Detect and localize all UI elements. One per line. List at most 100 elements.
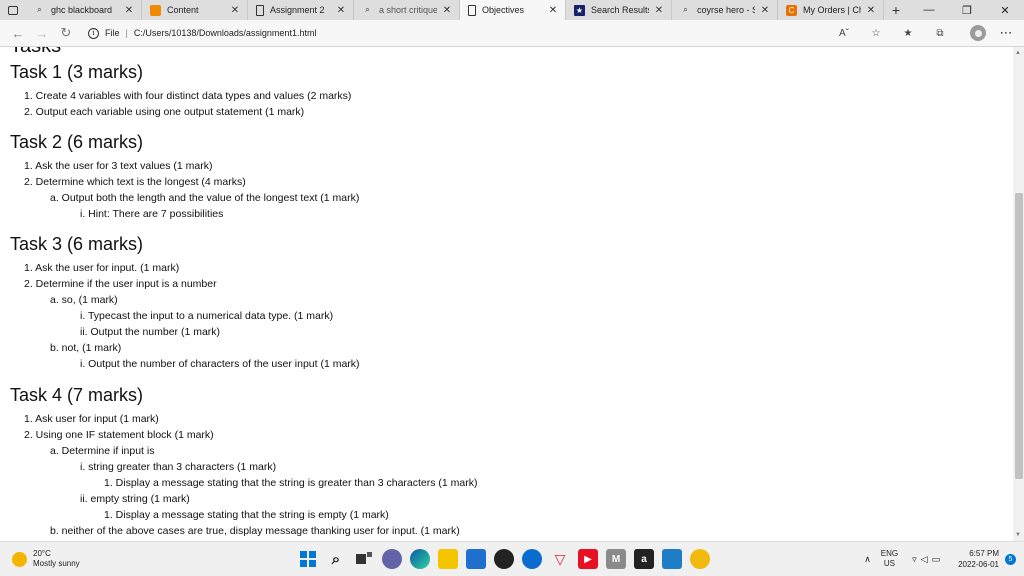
tab-actions-icon xyxy=(8,5,18,15)
tab-ghc-blackboard[interactable]: ⌕ ghc blackboard ✕ xyxy=(26,0,142,20)
arrow-left-icon: ← xyxy=(11,25,25,41)
close-icon[interactable]: ✕ xyxy=(547,5,559,16)
vertical-scrollbar[interactable]: ▲ ▼ xyxy=(1013,47,1024,541)
more-icon: ⋯ xyxy=(999,25,1013,40)
page-heading: Tasks xyxy=(10,47,61,58)
back-button[interactable]: ← xyxy=(6,21,30,45)
task-4-heading: Task 4 (7 marks) xyxy=(10,385,144,405)
edge-icon[interactable] xyxy=(410,549,430,569)
url-scheme-label: File xyxy=(105,28,120,38)
settings-menu-button[interactable]: ⋯ xyxy=(994,21,1018,45)
close-icon[interactable]: ✕ xyxy=(865,5,877,16)
favorite-add-icon[interactable]: ☆ xyxy=(860,28,892,39)
search-icon: ⌕ xyxy=(37,5,42,14)
mcafee-icon[interactable]: ▽ xyxy=(550,549,570,569)
toolbar-icons: Aˇ ☆ ★ ⧉ xyxy=(828,28,956,39)
vscode-icon[interactable] xyxy=(662,549,682,569)
chegg-icon: C xyxy=(786,4,797,16)
favorites-icon[interactable]: ★ xyxy=(892,28,924,39)
close-icon[interactable]: ✕ xyxy=(759,5,771,16)
search-icon[interactable]: ⌕ xyxy=(326,549,346,569)
tab-objectives[interactable]: Objectives ✕ xyxy=(460,0,566,20)
url-text: C:/Users/10138/Downloads/assignment1.htm… xyxy=(133,28,317,38)
address-bar: ← → ↻ i File | C:/Users/10138/Downloads/… xyxy=(0,20,1024,47)
new-tab-button[interactable]: + xyxy=(884,0,908,20)
list-item: a. Determine if input is xyxy=(50,445,155,457)
window-controls: — ❐ ✕ xyxy=(910,0,1024,20)
clock-time: 6:57 PM xyxy=(969,549,999,558)
tab-search-results[interactable]: ★ Search Results | C ✕ xyxy=(566,0,672,20)
tab-short-critique[interactable]: ⌕ a short critique o ✕ xyxy=(354,0,460,20)
youtube-icon[interactable]: ▶ xyxy=(578,549,598,569)
amazon-icon[interactable]: a xyxy=(634,549,654,569)
chevron-up-icon[interactable]: ∧ xyxy=(864,554,871,565)
close-icon[interactable]: ✕ xyxy=(653,5,665,16)
read-aloud-icon[interactable]: Aˇ xyxy=(828,28,860,39)
clock[interactable]: 6:57 PM 2022-06-01 xyxy=(958,548,999,570)
language-indicator[interactable]: ENG US xyxy=(881,549,898,569)
weather-widget[interactable]: 20°C Mostly sunny xyxy=(12,549,80,569)
scroll-up-icon[interactable]: ▲ xyxy=(1015,50,1021,56)
file-explorer-icon[interactable] xyxy=(438,549,458,569)
close-window-button[interactable]: ✕ xyxy=(986,0,1024,20)
tab-content[interactable]: Content ✕ xyxy=(142,0,248,20)
forward-button[interactable]: → xyxy=(30,21,54,45)
scrollbar-thumb[interactable] xyxy=(1015,193,1023,479)
list-item: 2. Determine if the user input is a numb… xyxy=(24,278,217,290)
search-icon: ⌕ xyxy=(365,5,370,14)
restore-button[interactable]: ❐ xyxy=(948,0,986,20)
list-item: 1. Display a message stating that the st… xyxy=(104,477,478,489)
minimize-button[interactable]: — xyxy=(910,0,948,20)
weather-temp: 20°C xyxy=(33,549,51,558)
star-icon: ★ xyxy=(574,4,585,16)
clock-date: 2022-06-01 xyxy=(958,560,999,569)
close-icon[interactable]: ✕ xyxy=(441,5,453,16)
task-view-icon[interactable] xyxy=(354,549,374,569)
collections-icon[interactable]: ⧉ xyxy=(924,28,956,39)
list-item: 2. Output each variable using one output… xyxy=(24,106,305,118)
task-1-heading: Task 1 (3 marks) xyxy=(10,62,144,82)
list-item: i. Hint: There are 7 possibilities xyxy=(80,208,224,220)
network-volume-battery-icons[interactable]: ▿◁▭ xyxy=(912,554,944,565)
steam-icon[interactable] xyxy=(522,549,542,569)
taskbar: 20°C Mostly sunny ⌕ ▽ ▶ M a ∧ ENG US ▿◁▭ xyxy=(0,541,1024,576)
tab-course-hero[interactable]: ⌕ coyrse hero - Sea ✕ xyxy=(672,0,778,20)
search-icon: ⌕ xyxy=(683,5,688,14)
arrow-right-icon: → xyxy=(35,25,49,41)
chat-icon[interactable] xyxy=(382,549,402,569)
close-icon[interactable]: ✕ xyxy=(335,5,347,16)
tab-my-orders[interactable]: C My Orders | Cheg ✕ xyxy=(778,0,884,20)
mail-icon[interactable]: M xyxy=(606,549,626,569)
close-icon[interactable]: ✕ xyxy=(229,5,241,16)
chrome-icon[interactable] xyxy=(690,549,710,569)
store-icon[interactable] xyxy=(466,549,486,569)
list-item: 1. Display a message stating that the st… xyxy=(104,509,389,521)
list-item: b. neither of the above cases are true, … xyxy=(50,525,460,537)
tab-assignment-2[interactable]: Assignment 2 ✕ xyxy=(248,0,354,20)
taskbar-apps: ⌕ ▽ ▶ M a xyxy=(298,549,718,569)
list-item: 1. Ask the user for 3 text values (1 mar… xyxy=(24,160,213,172)
profile-avatar[interactable] xyxy=(970,25,986,41)
list-item: 1. Ask the user for input. (1 mark) xyxy=(24,262,180,274)
document-icon xyxy=(256,4,264,16)
list-item: i. string greater than 3 characters (1 m… xyxy=(80,461,277,473)
tab-actions-button[interactable] xyxy=(0,0,26,20)
info-icon[interactable]: i xyxy=(88,27,99,39)
list-item: i. Typecast the input to a numerical dat… xyxy=(80,310,334,322)
list-item: b. not, (1 mark) xyxy=(50,342,122,354)
refresh-button[interactable]: ↻ xyxy=(54,21,78,45)
windows-start-icon[interactable] xyxy=(298,549,318,569)
system-tray: ∧ ENG US ▿◁▭ 6:57 PM 2022-06-01 5 xyxy=(864,546,1016,572)
document-icon xyxy=(468,4,476,16)
notification-badge[interactable]: 5 xyxy=(1005,553,1016,565)
weather-desc: Mostly sunny xyxy=(33,559,80,568)
scroll-down-icon[interactable]: ▼ xyxy=(1015,532,1021,538)
list-item: a. so, (1 mark) xyxy=(50,294,118,306)
github-icon[interactable] xyxy=(494,549,514,569)
plus-icon: + xyxy=(891,2,901,18)
url-field[interactable]: i File | C:/Users/10138/Downloads/assign… xyxy=(88,22,828,44)
list-item: 1. Create 4 variables with four distinct… xyxy=(24,90,352,102)
task-2-heading: Task 2 (6 marks) xyxy=(10,132,144,152)
list-item: a. Output both the length and the value … xyxy=(50,192,360,204)
close-icon[interactable]: ✕ xyxy=(123,5,135,16)
